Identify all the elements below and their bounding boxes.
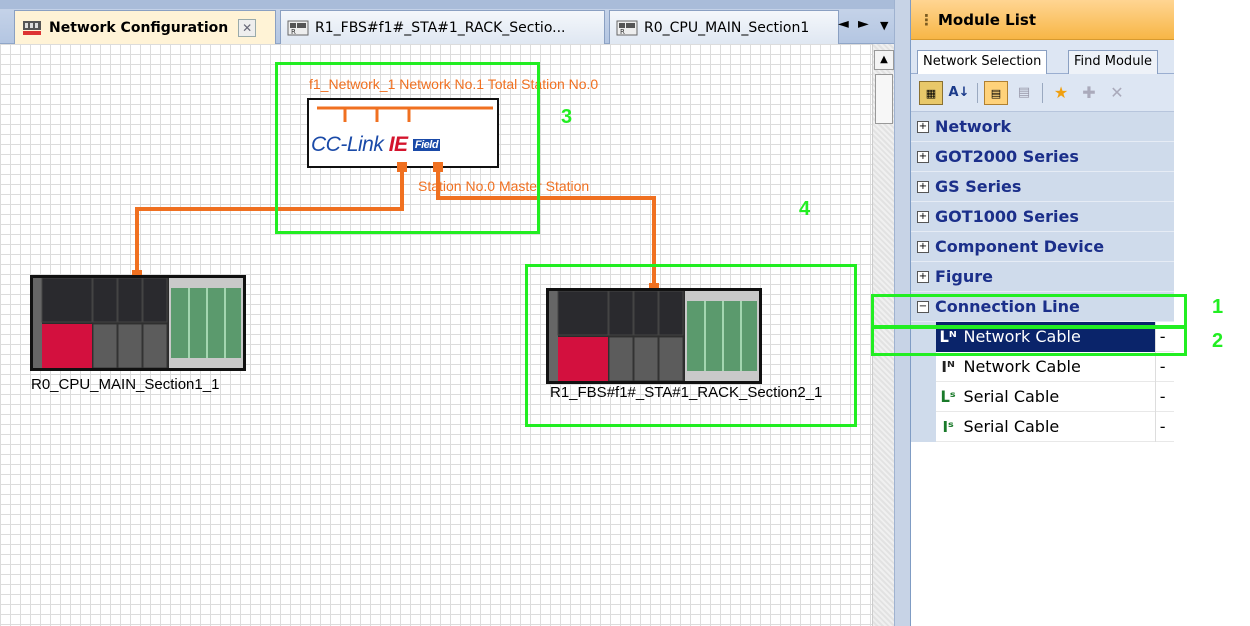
highlight-box-2 — [871, 326, 1187, 356]
item-value: - — [1154, 381, 1174, 412]
tab-r1-rack[interactable]: R R1_FBS#f1#_STA#1_RACK_Sectio... — [280, 10, 605, 44]
tab-network-selection[interactable]: Network Selection — [917, 50, 1048, 74]
scroll-up-icon[interactable]: ▲ — [874, 50, 894, 70]
callout-1: 1 — [1212, 296, 1224, 318]
categorized-view-icon[interactable]: ▦ — [919, 80, 943, 105]
favorite-star-icon[interactable]: ★ — [1049, 81, 1073, 105]
expand-icon[interactable]: + — [917, 210, 929, 223]
rack-icon: R — [616, 19, 638, 37]
toolbar-separator — [1042, 82, 1043, 103]
module-list-tabs: Network Selection Find Module — [911, 40, 1174, 74]
tab-r0-cpu[interactable]: R R0_CPU_MAIN_Section1 — [609, 10, 839, 44]
tab-network-configuration[interactable]: Network Configuration ✕ — [14, 10, 276, 44]
callout-3: 3 — [561, 106, 573, 128]
close-icon[interactable]: ✕ — [238, 18, 257, 37]
network-cable-wire[interactable] — [135, 207, 139, 275]
item-value: - — [1154, 411, 1174, 442]
list-item-serial-cable[interactable]: ᒪˢ Serial Cable - — [911, 381, 1174, 412]
callout-2: 2 — [1212, 330, 1224, 352]
rack-icon: R — [287, 19, 309, 37]
rack-r0-label: R0_CPU_MAIN_Section1_1 — [31, 376, 220, 393]
network-config-icon — [21, 19, 43, 37]
group-got1000[interactable]: + GOT1000 Series — [911, 202, 1174, 232]
item-label: Serial Cable — [963, 387, 1060, 406]
row-gutter — [911, 411, 936, 442]
tab-prev-button[interactable]: ◄ — [838, 16, 849, 32]
svg-text:R: R — [620, 28, 625, 36]
expand-all-icon[interactable]: ▤ — [984, 80, 1008, 105]
tab-label: R1_FBS#f1#_STA#1_RACK_Sectio... — [315, 19, 566, 36]
group-component-device[interactable]: + Component Device — [911, 232, 1174, 262]
network-cable-straight-icon: Iᴺ — [941, 357, 955, 376]
list-item-network-cable-straight[interactable]: Iᴺ Network Cable - — [911, 351, 1174, 382]
tab-menu-button[interactable]: ▼ — [880, 19, 888, 32]
expand-icon[interactable]: + — [917, 180, 929, 193]
list-item-serial-cable-straight[interactable]: Iˢ Serial Cable - — [911, 411, 1174, 442]
serial-cable-straight-icon: Iˢ — [942, 417, 954, 436]
highlight-box-3 — [275, 62, 540, 234]
tab-label: R0_CPU_MAIN_Section1 — [644, 19, 810, 36]
delete-icon[interactable]: ✕ — [1105, 81, 1129, 105]
callout-4: 4 — [799, 198, 811, 220]
collapse-all-icon[interactable]: ▤ — [1012, 81, 1036, 105]
rack-r0-cpu-main[interactable] — [30, 275, 246, 371]
row-gutter — [911, 381, 936, 412]
tab-label: Network Configuration — [49, 19, 229, 36]
expand-icon[interactable]: + — [917, 240, 929, 253]
toolbar-separator — [977, 82, 978, 103]
svg-text:R: R — [291, 28, 296, 36]
group-network[interactable]: + Network — [911, 112, 1174, 142]
group-figure[interactable]: + Figure — [911, 262, 1174, 292]
group-gs-series[interactable]: + GS Series — [911, 172, 1174, 202]
tab-strip-top — [0, 0, 903, 9]
panel-grip-icon: ⋮ — [919, 11, 934, 29]
expand-icon[interactable]: + — [917, 150, 929, 163]
item-label: Serial Cable — [963, 417, 1060, 436]
module-list-title: ⋮ Module List — [911, 0, 1174, 40]
item-label: Network Cable — [963, 357, 1081, 376]
expand-icon[interactable]: + — [917, 120, 929, 133]
group-got2000[interactable]: + GOT2000 Series — [911, 142, 1174, 172]
highlight-box-4 — [525, 264, 857, 427]
tab-next-button[interactable]: ► — [858, 16, 869, 32]
row-gutter — [911, 351, 936, 382]
scroll-thumb[interactable] — [875, 74, 893, 124]
item-value: - — [1154, 351, 1174, 382]
document-tab-bar: Network Configuration ✕ R R1_FBS#f1#_STA… — [0, 0, 903, 44]
module-list-toolbar: ▦ A↓ ▤ ▤ ★ ✚ ✕ — [911, 74, 1174, 112]
tab-find-module[interactable]: Find Module — [1068, 50, 1159, 74]
expand-icon[interactable]: + — [917, 270, 929, 283]
highlight-box-1 — [871, 294, 1187, 328]
add-icon[interactable]: ✚ — [1077, 81, 1101, 105]
sort-az-icon[interactable]: A↓ — [947, 81, 971, 105]
serial-cable-icon: ᒪˢ — [940, 387, 956, 406]
rack-modules-icon — [33, 277, 243, 369]
